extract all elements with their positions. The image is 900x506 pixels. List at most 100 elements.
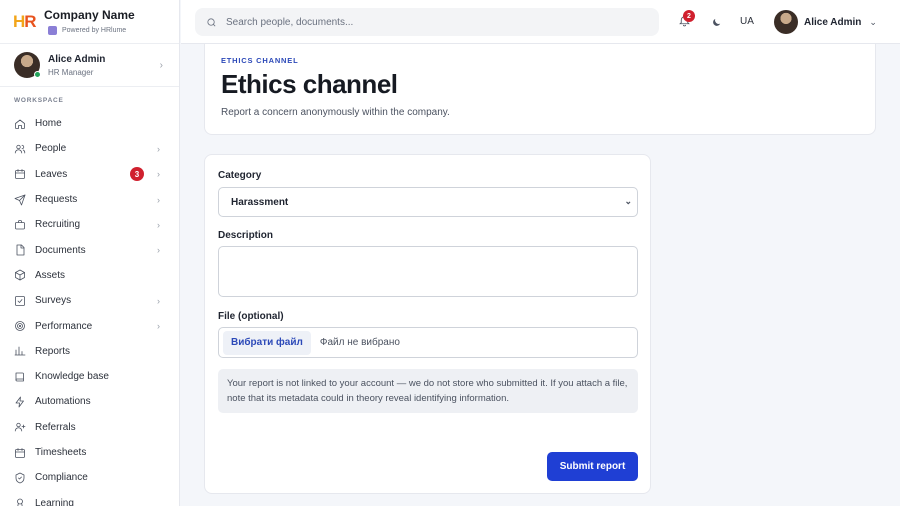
award-icon — [17, 498, 23, 506]
sidebar-item-label: Automations — [35, 396, 91, 408]
calendar-icon — [15, 169, 25, 180]
page-eyebrow: ETHICS CHANNEL — [221, 56, 299, 65]
sidebar-item-reports[interactable]: Reports — [0, 339, 179, 364]
sidebar-item-referrals[interactable]: Referrals — [0, 415, 179, 440]
leaves-count-badge: 3 — [130, 167, 144, 182]
sidebar-item-label: Knowledge base — [35, 371, 109, 383]
hrlume-icon — [48, 26, 57, 35]
user-card[interactable]: Alice Admin HR Manager › — [0, 44, 179, 87]
user-menu[interactable]: Alice Admin ⌄ — [774, 10, 877, 34]
page-subtitle: Report a concern anonymously within the … — [221, 107, 450, 118]
user-role: HR Manager — [48, 67, 94, 77]
file-icon — [16, 244, 25, 256]
topbar: 2 UA Alice Admin ⌄ — [181, 0, 900, 44]
company-logo: HR — [13, 12, 37, 31]
box-icon — [15, 270, 25, 281]
calendar-icon — [15, 447, 25, 458]
language-switcher[interactable]: UA — [740, 16, 754, 27]
submit-report-button[interactable]: Submit report — [547, 452, 638, 481]
sidebar-item-surveys[interactable]: Surveys › — [0, 288, 179, 313]
sidebar-item-label: Requests — [35, 194, 78, 206]
anonymity-note: Your report is not linked to your accoun… — [218, 369, 638, 413]
powered-by: Powered by HRlume — [48, 26, 135, 35]
checkbox-icon — [15, 295, 25, 306]
sidebar-item-label: Documents — [35, 244, 86, 256]
sidebar-item-timesheets[interactable]: Timesheets — [0, 440, 179, 465]
chevron-right-icon: › — [157, 194, 160, 205]
category-label: Category — [218, 170, 262, 181]
category-select[interactable]: Harassment ⌄ — [218, 187, 638, 217]
sidebar-nav: Home People › Leaves 3 › Requests › Recruiting › D… — [0, 111, 179, 506]
avatar — [14, 52, 41, 78]
file-input[interactable]: Вибрати файл Файл не вибрано — [218, 327, 638, 358]
users-icon — [14, 144, 26, 154]
target-icon — [15, 321, 25, 331]
sidebar-item-label: Learning — [35, 497, 74, 506]
sidebar-item-label: Reports — [35, 345, 71, 357]
chevron-right-icon: › — [157, 245, 160, 256]
file-status: Файл не вибрано — [319, 337, 400, 348]
file-label: File (optional) — [218, 311, 284, 322]
chevron-right-icon: › — [157, 321, 160, 332]
category-value: Harassment — [231, 196, 289, 208]
sidebar-item-label: Performance — [35, 320, 93, 332]
search-icon — [207, 17, 216, 26]
bar-chart-icon — [14, 346, 26, 356]
sidebar-item-label: Compliance — [35, 472, 88, 484]
sidebar-item-label: Timesheets — [35, 447, 87, 458]
book-icon — [15, 372, 24, 382]
sidebar-item-people[interactable]: People › — [0, 136, 179, 161]
ethics-report-form: Category Harassment ⌄ Description File (… — [204, 154, 651, 494]
sidebar-item-label: Leaves — [35, 168, 68, 180]
section-label-workspace: WORKSPACE — [14, 97, 64, 104]
sidebar-item-documents[interactable]: Documents › — [0, 237, 179, 262]
chevron-down-icon: ⌄ — [869, 16, 877, 27]
choose-file-button[interactable]: Вибрати файл — [223, 330, 311, 355]
page-title: Ethics channel — [221, 69, 398, 99]
description-label: Description — [218, 230, 274, 241]
bolt-icon — [15, 396, 24, 408]
chevron-right-icon: › — [157, 295, 160, 306]
chevron-right-icon: › — [157, 143, 160, 154]
briefcase-icon — [15, 219, 25, 230]
sidebar-item-requests[interactable]: Requests › — [0, 187, 179, 212]
search-input[interactable] — [226, 16, 626, 28]
sidebar-item-leaves[interactable]: Leaves 3 › — [0, 162, 179, 187]
shield-icon — [15, 472, 25, 484]
sidebar-item-performance[interactable]: Performance › — [0, 313, 179, 338]
notification-badge: 2 — [683, 10, 695, 22]
chevron-right-icon: › — [157, 219, 160, 230]
notifications-button[interactable]: 2 — [678, 10, 695, 32]
avatar — [774, 10, 798, 34]
sidebar-item-label: Surveys — [35, 295, 72, 307]
sidebar-item-home[interactable]: Home — [0, 111, 179, 136]
sidebar-item-recruiting[interactable]: Recruiting › — [0, 212, 179, 237]
sidebar-item-assets[interactable]: Assets — [0, 263, 179, 288]
send-icon — [14, 194, 26, 205]
chevron-down-icon: ⌄ — [624, 196, 632, 206]
company-name: Company Name — [44, 8, 135, 22]
sidebar-item-learning[interactable]: Learning — [0, 490, 179, 506]
page-header: ETHICS CHANNEL Ethics channel Report a c… — [204, 44, 876, 135]
chevron-right-icon: › — [157, 169, 160, 180]
home-icon — [15, 119, 25, 129]
sidebar-item-label: People — [35, 143, 67, 155]
search-bar[interactable] — [195, 8, 659, 36]
user-name: Alice Admin — [48, 53, 106, 65]
brand-header[interactable]: HR Company Name Powered by HRlume — [0, 0, 179, 44]
user-name: Alice Admin — [804, 16, 862, 28]
sidebar-item-label: Assets — [35, 269, 66, 281]
sidebar-item-compliance[interactable]: Compliance — [0, 465, 179, 490]
sidebar-item-label: Referrals — [35, 421, 76, 433]
sidebar-item-label: Home — [35, 118, 62, 130]
online-status-icon — [34, 71, 41, 78]
chevron-right-icon: › — [159, 60, 163, 71]
sidebar: HR Company Name Powered by HRlume Alice … — [0, 0, 180, 506]
description-textarea[interactable] — [218, 246, 638, 297]
sidebar-item-label: Recruiting — [35, 219, 81, 231]
user-plus-icon — [14, 423, 26, 432]
moon-icon — [713, 18, 721, 26]
sidebar-item-automations[interactable]: Automations — [0, 389, 179, 414]
theme-toggle[interactable] — [711, 15, 722, 33]
sidebar-item-knowledge-base[interactable]: Knowledge base — [0, 364, 179, 389]
